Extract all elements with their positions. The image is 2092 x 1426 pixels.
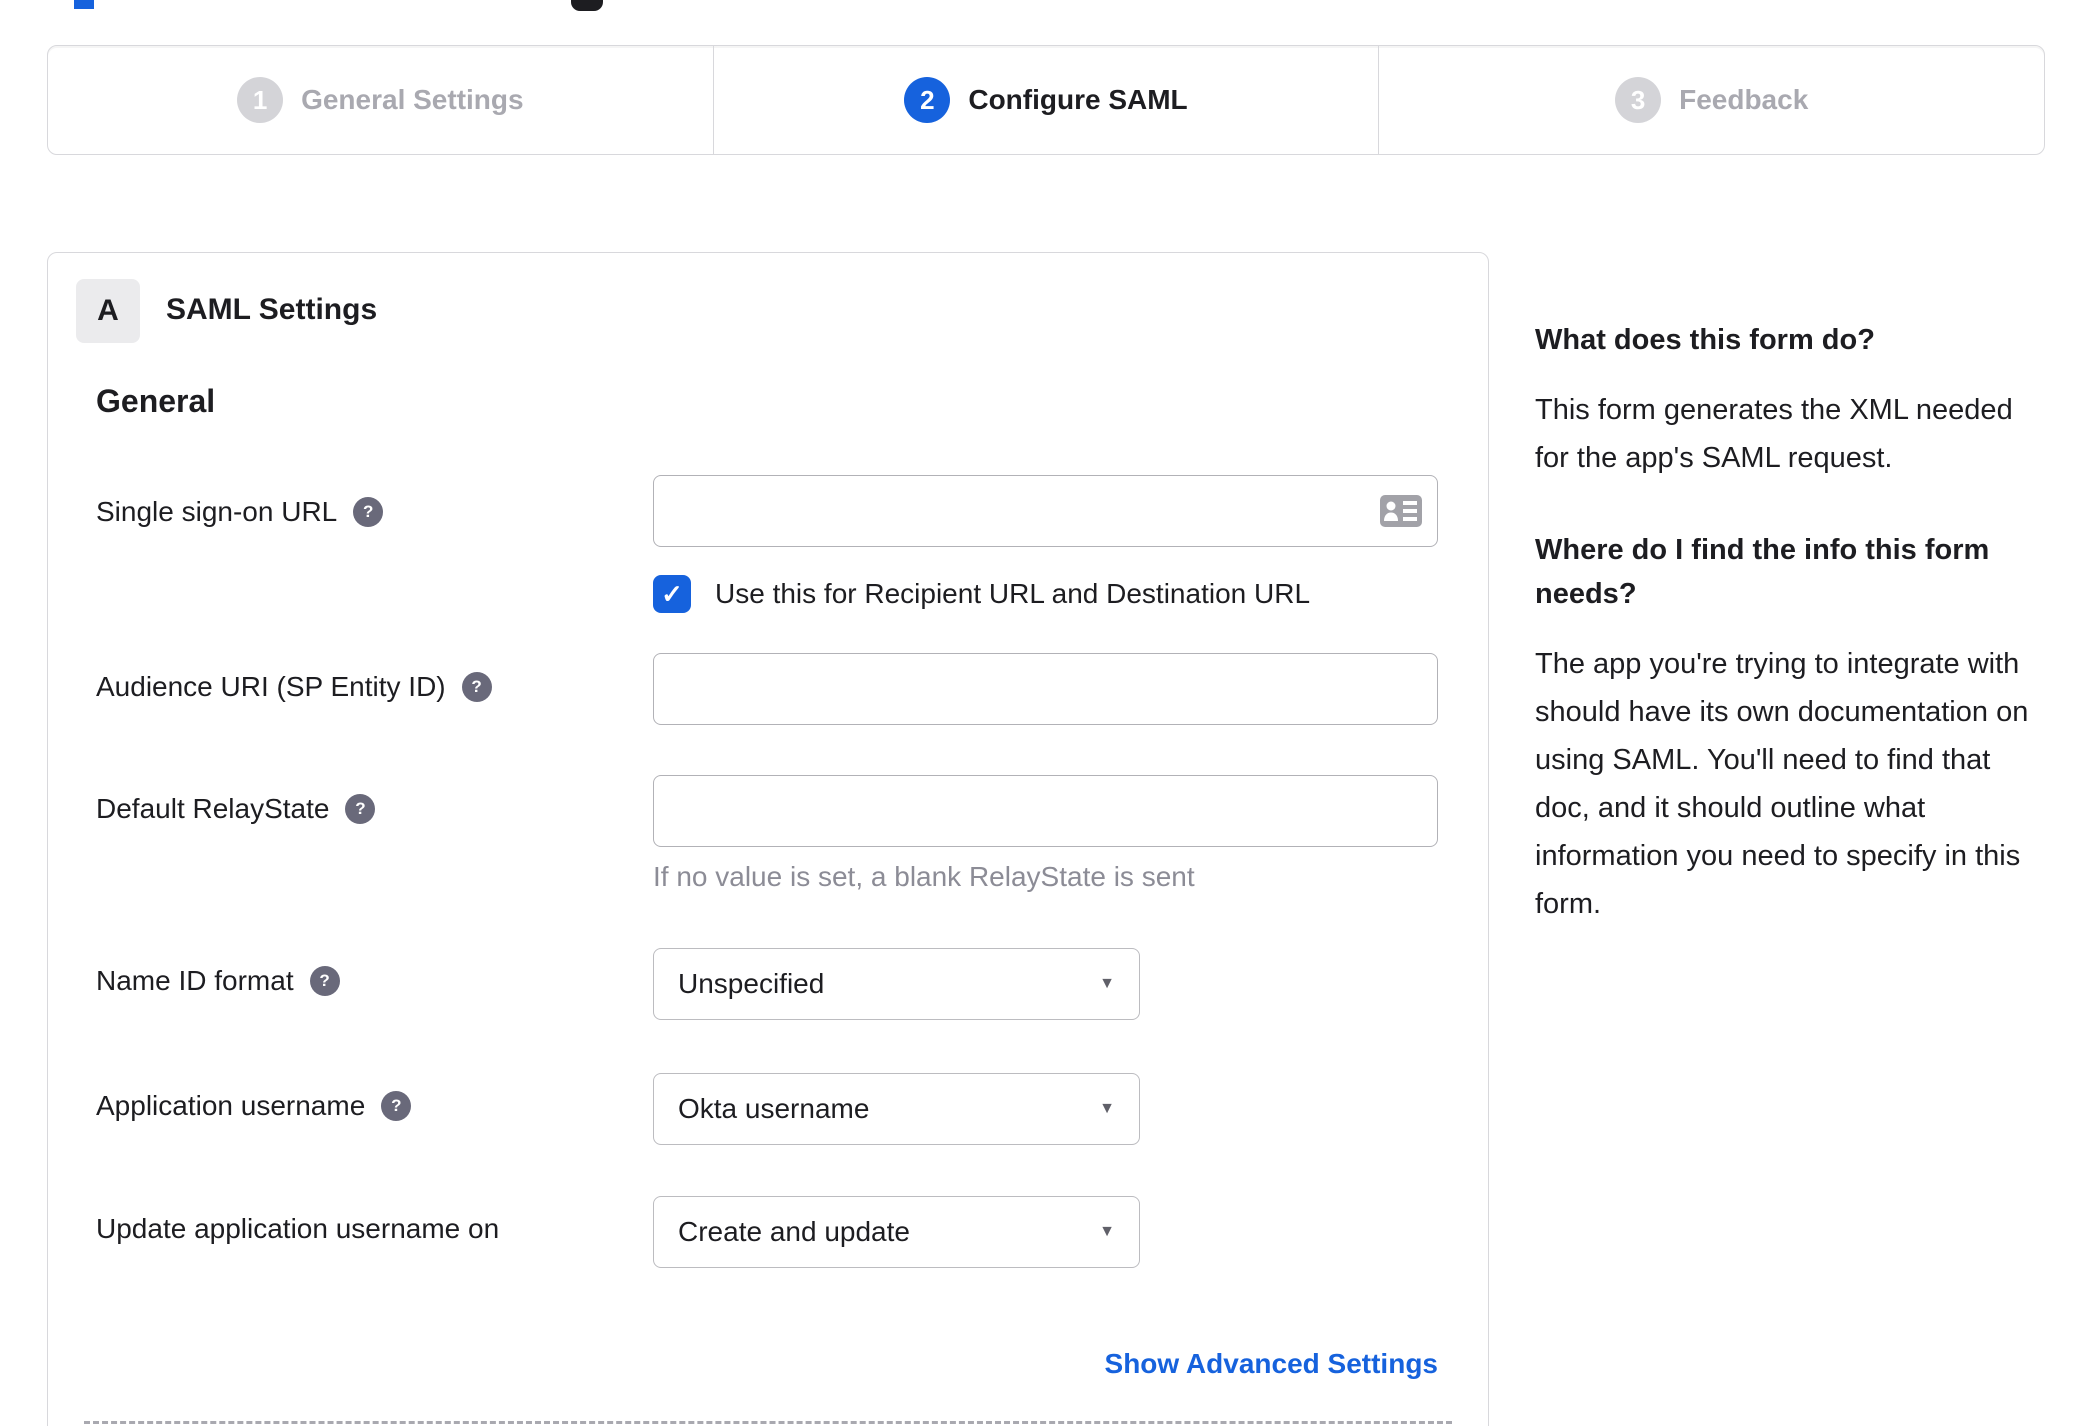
general-group-title: General bbox=[96, 383, 216, 419]
application-username-label: Application username ? bbox=[96, 1090, 412, 1122]
default-relaystate-input[interactable] bbox=[653, 775, 1438, 847]
audience-uri-label: Audience URI (SP Entity ID) ? bbox=[96, 671, 492, 703]
chevron-down-icon: ▼ bbox=[1099, 1223, 1115, 1240]
field-label-text: Name ID format bbox=[96, 965, 294, 996]
step-label: General Settings bbox=[301, 84, 524, 115]
step-number-badge: 3 bbox=[1615, 77, 1662, 123]
help-icon[interactable]: ? bbox=[381, 1091, 412, 1121]
step-general-settings[interactable]: 1 General Settings bbox=[48, 46, 713, 154]
single-sign-on-url-label: Single sign-on URL ? bbox=[96, 496, 384, 528]
field-label-text: Single sign-on URL bbox=[96, 496, 338, 527]
help-icon[interactable]: ? bbox=[345, 794, 376, 824]
show-advanced-settings-link[interactable]: Show Advanced Settings bbox=[653, 1348, 1438, 1380]
section-title: SAML Settings bbox=[166, 293, 378, 326]
help-icon[interactable]: ? bbox=[353, 497, 384, 527]
update-application-username-select[interactable]: Create and update ▼ bbox=[653, 1196, 1140, 1268]
saml-settings-panel: A SAML Settings General Single sign-on U… bbox=[47, 252, 1489, 1426]
field-label-text: Audience URI (SP Entity ID) bbox=[96, 671, 446, 702]
cutoff-dark-element bbox=[571, 0, 603, 11]
name-id-format-label: Name ID format ? bbox=[96, 965, 340, 997]
field-label-text: Application username bbox=[96, 1090, 366, 1121]
sidebar-heading-what: What does this form do? bbox=[1535, 324, 1875, 356]
sidebar-body-where: The app you're trying to integrate with … bbox=[1535, 648, 2029, 920]
recipient-url-checkbox-label: Use this for Recipient URL and Destinati… bbox=[715, 578, 1311, 609]
step-label: Feedback bbox=[1679, 84, 1809, 115]
wizard-stepper: 1 General Settings 2 Configure SAML 3 Fe… bbox=[47, 45, 2045, 155]
help-icon[interactable]: ? bbox=[461, 672, 492, 702]
recipient-url-checkbox[interactable]: ✓ bbox=[653, 575, 691, 613]
step-configure-saml[interactable]: 2 Configure SAML bbox=[712, 46, 1379, 154]
chevron-down-icon: ▼ bbox=[1099, 1100, 1115, 1117]
select-value: Okta username bbox=[678, 1093, 870, 1124]
step-number-badge: 2 bbox=[904, 77, 951, 123]
field-label-text: Default RelayState bbox=[96, 793, 330, 824]
select-value: Unspecified bbox=[678, 968, 825, 999]
field-label-text: Update application username on bbox=[96, 1213, 500, 1244]
application-username-select[interactable]: Okta username ▼ bbox=[653, 1073, 1140, 1145]
help-sidebar: What does this form do? This form genera… bbox=[1535, 318, 2047, 974]
recipient-url-checkbox-row: ✓ Use this for Recipient URL and Destina… bbox=[653, 575, 1310, 613]
audience-uri-input[interactable] bbox=[653, 653, 1438, 725]
chevron-down-icon: ▼ bbox=[1099, 975, 1115, 992]
section-a-badge: A bbox=[76, 279, 140, 343]
step-feedback[interactable]: 3 Feedback bbox=[1378, 46, 2044, 154]
dashed-section-divider bbox=[84, 1421, 1452, 1424]
name-id-format-select[interactable]: Unspecified ▼ bbox=[653, 948, 1140, 1020]
update-application-username-label: Update application username on bbox=[96, 1213, 499, 1245]
select-value: Create and update bbox=[678, 1216, 910, 1247]
help-icon[interactable]: ? bbox=[309, 966, 340, 996]
default-relaystate-label: Default RelayState ? bbox=[96, 793, 376, 825]
step-number-badge: 1 bbox=[237, 77, 284, 123]
step-label: Configure SAML bbox=[968, 84, 1188, 115]
sidebar-body-what: This form generates the XML needed for t… bbox=[1535, 394, 2013, 474]
cutoff-blue-element bbox=[74, 0, 94, 9]
relaystate-hint: If no value is set, a blank RelayState i… bbox=[653, 861, 1195, 892]
single-sign-on-url-input[interactable] bbox=[653, 475, 1438, 547]
sidebar-heading-where: Where do I find the info this form needs… bbox=[1535, 534, 1990, 610]
